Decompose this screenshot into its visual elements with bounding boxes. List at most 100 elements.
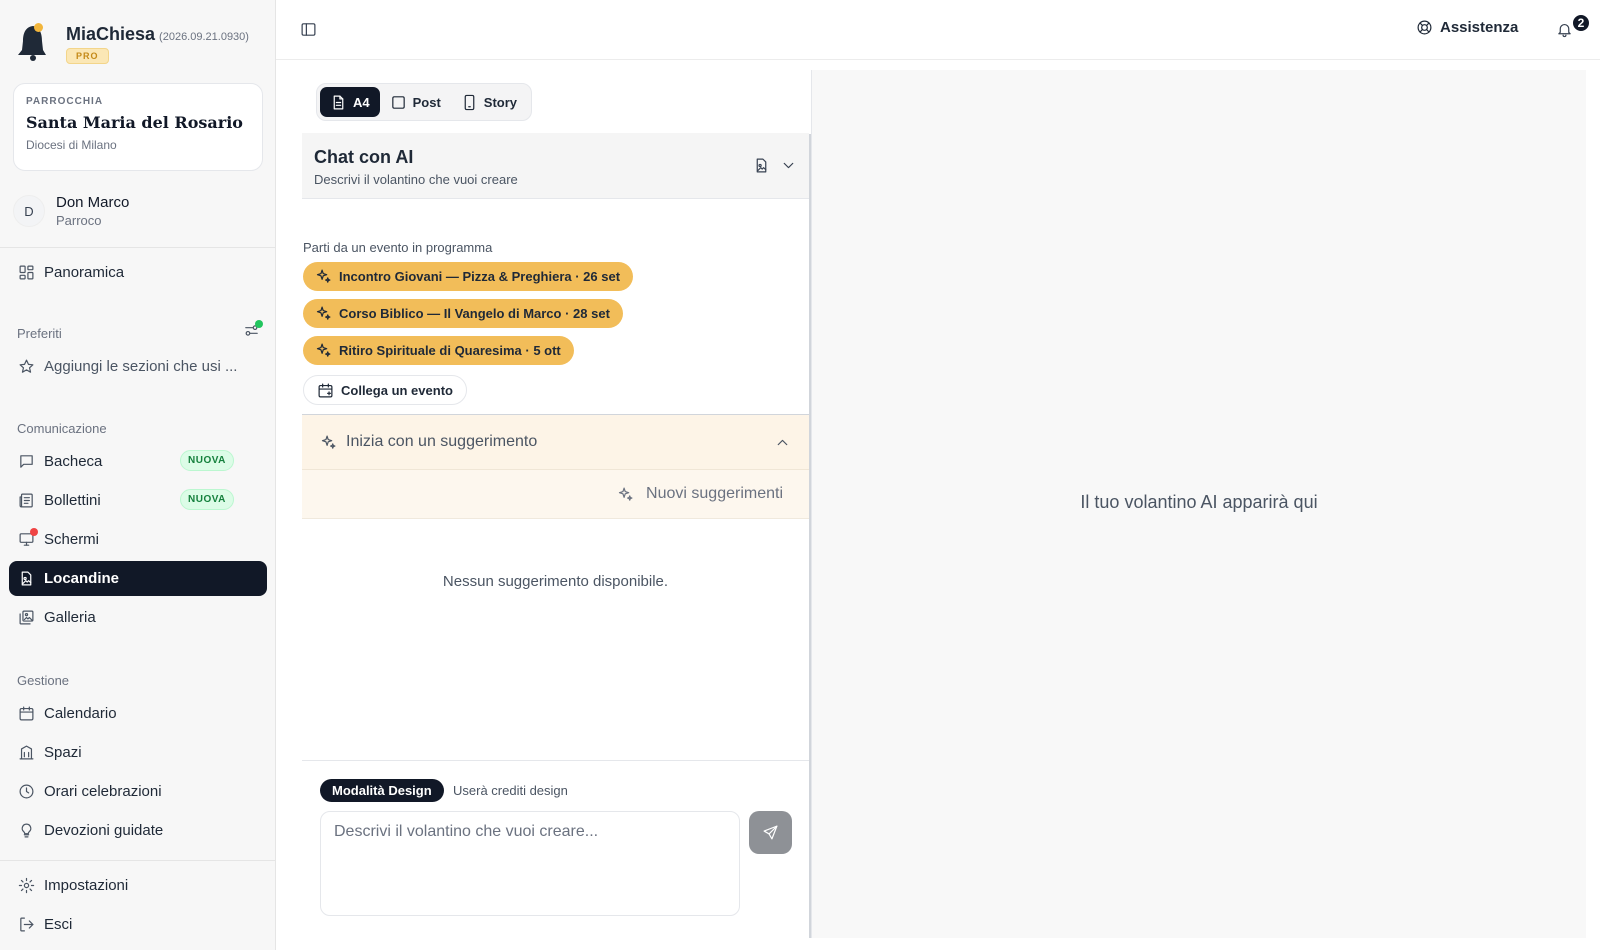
- brand[interactable]: MiaChiesa (2026.09.21.0930) PRO: [16, 22, 249, 64]
- help-button[interactable]: Assistenza: [1416, 19, 1518, 36]
- sparkles-icon: [316, 343, 331, 357]
- nav-item-logout[interactable]: Esci: [9, 907, 267, 942]
- nav-label: Impostazioni: [44, 877, 129, 894]
- avatar: D: [13, 195, 45, 227]
- nav-item-mass-times[interactable]: Orari celebrazioni: [9, 774, 267, 809]
- new-badge: NUOVA: [180, 489, 234, 510]
- divider: [0, 860, 276, 861]
- sparkles-icon: [316, 306, 331, 320]
- message-square-icon: [20, 455, 33, 468]
- nav-label: Locandine: [44, 570, 120, 587]
- file-text-icon: [333, 95, 344, 109]
- suggestions-toggle[interactable]: Inizia con un suggerimento: [302, 415, 809, 470]
- pro-badge: PRO: [66, 48, 109, 64]
- chat-header: Chat con AI Descrivi il volantino che vu…: [302, 133, 809, 199]
- event-chip[interactable]: Corso Biblico — Il Vangelo di Marco · 28…: [303, 299, 623, 328]
- newspaper-icon: [19, 493, 33, 508]
- nav-item-posters[interactable]: Locandine: [9, 561, 267, 596]
- lifebuoy-icon: [1417, 20, 1432, 35]
- suggestions-panel: Inizia con un suggerimento Nuovi suggeri…: [302, 414, 809, 761]
- dashboard-icon: [19, 265, 34, 280]
- chat-subtitle: Descrivi il volantino che vuoi creare: [314, 172, 518, 187]
- logout-icon: [20, 917, 34, 932]
- nav-item-gallery[interactable]: Galleria: [9, 600, 267, 635]
- pane-divider: [809, 134, 811, 938]
- nav-label: Galleria: [44, 609, 96, 626]
- format-label: Story: [483, 94, 518, 110]
- flyer-preview: Il tuo volantino AI apparirà qui: [812, 70, 1586, 938]
- format-label: Post: [412, 94, 441, 110]
- design-mode-toggle[interactable]: Modalità Design: [320, 779, 444, 802]
- clock-icon: [19, 784, 34, 799]
- file-image-icon: [756, 158, 767, 173]
- sparkles-icon: [618, 487, 633, 501]
- app-version: (2026.09.21.0930): [159, 31, 249, 43]
- link-event-button[interactable]: Collega un evento: [303, 375, 467, 405]
- nav-label: Orari celebrazioni: [44, 783, 162, 800]
- no-suggestions-text: Nessun suggerimento disponibile.: [442, 573, 669, 590]
- parish-kicker: PARROCCHIA: [26, 96, 104, 107]
- alert-dot: [30, 528, 38, 536]
- collapse-chat-button[interactable]: [780, 157, 797, 174]
- user-role: Parroco: [56, 213, 102, 228]
- sparkles-icon: [321, 435, 336, 449]
- lightbulb-icon: [21, 823, 32, 838]
- nav-label: Devozioni guidate: [44, 822, 164, 839]
- event-chip-label: Incontro Giovani — Pizza & Preghiera · 2…: [339, 269, 621, 284]
- calendar-plus-icon: [318, 383, 333, 397]
- images-icon: [19, 610, 34, 625]
- format-label: A4: [353, 94, 370, 110]
- chevron-down-icon: [783, 162, 794, 169]
- nav-item-screens[interactable]: Schermi: [9, 522, 267, 557]
- sidebar-toggle-button[interactable]: [300, 21, 317, 38]
- nav-item-spaces[interactable]: Spazi: [9, 735, 267, 770]
- event-chip[interactable]: Ritiro Spirituale di Quaresima · 5 ott: [303, 336, 574, 365]
- history-button[interactable]: [753, 157, 770, 174]
- nav-item-devotions[interactable]: Devozioni guidate: [9, 813, 267, 848]
- favorites-settings-button[interactable]: [243, 320, 263, 340]
- chevron-up-icon: [777, 439, 788, 446]
- smartphone-icon: [464, 94, 475, 110]
- sidebar: MiaChiesa (2026.09.21.0930) PRO PARROCCHI…: [0, 0, 276, 950]
- top-bar: Assistenza 2: [276, 0, 1600, 60]
- event-chip[interactable]: Incontro Giovani — Pizza & Preghiera · 2…: [303, 262, 634, 291]
- format-post-button[interactable]: Post: [380, 87, 451, 117]
- notification-count-badge: 2: [1571, 13, 1591, 33]
- sparkles-icon: [316, 269, 331, 283]
- nav-item-bulletins[interactable]: Bollettini NUOVA: [9, 483, 267, 518]
- notifications-button[interactable]: 2: [1556, 13, 1591, 38]
- new-suggestions-button[interactable]: Nuovi suggerimenti: [302, 470, 809, 519]
- prompt-input[interactable]: [320, 811, 740, 916]
- user-name: Don Marco: [56, 194, 130, 211]
- calendar-icon: [19, 706, 34, 721]
- nav-item-board[interactable]: Bacheca NUOVA: [9, 444, 267, 479]
- format-story-button[interactable]: Story: [451, 87, 527, 117]
- nav-label: Bacheca: [44, 453, 103, 470]
- nav-item-calendar[interactable]: Calendario: [9, 696, 267, 731]
- nav-label: Esci: [44, 916, 73, 933]
- management-title: Gestione: [17, 673, 70, 688]
- user-profile[interactable]: D Don Marco Parroco: [13, 194, 129, 228]
- format-selector: A4 Post Story: [316, 83, 532, 121]
- file-image-icon: [21, 571, 32, 586]
- event-chip-label: Ritiro Spirituale di Quaresima · 5 ott: [339, 343, 561, 358]
- favorites-add-hint[interactable]: Aggiungi le sezioni che usi ...: [9, 349, 267, 384]
- chat-title: Chat con AI: [314, 147, 414, 167]
- app-name: MiaChiesa: [66, 24, 156, 44]
- format-a4-button[interactable]: A4: [320, 87, 380, 117]
- nav-item-settings[interactable]: Impostazioni: [9, 868, 267, 903]
- suggestions-title: Inizia con un suggerimento: [346, 433, 538, 450]
- square-icon: [391, 95, 405, 109]
- events-label: Parti da un evento in programma: [303, 240, 493, 255]
- help-label: Assistenza: [1440, 19, 1519, 36]
- nav-item-overview[interactable]: Panoramica: [9, 255, 267, 290]
- send-icon: [763, 825, 778, 840]
- divider: [0, 247, 276, 248]
- parish-name: Santa Maria del Rosario: [26, 113, 243, 132]
- link-event-label: Collega un evento: [341, 382, 453, 398]
- building-icon: [19, 745, 34, 760]
- parish-card[interactable]: PARROCCHIA Santa Maria del Rosario Dioce…: [13, 83, 263, 171]
- nav-label: Panoramica: [44, 264, 125, 281]
- send-button[interactable]: [749, 811, 792, 854]
- nav-label: Spazi: [44, 744, 82, 761]
